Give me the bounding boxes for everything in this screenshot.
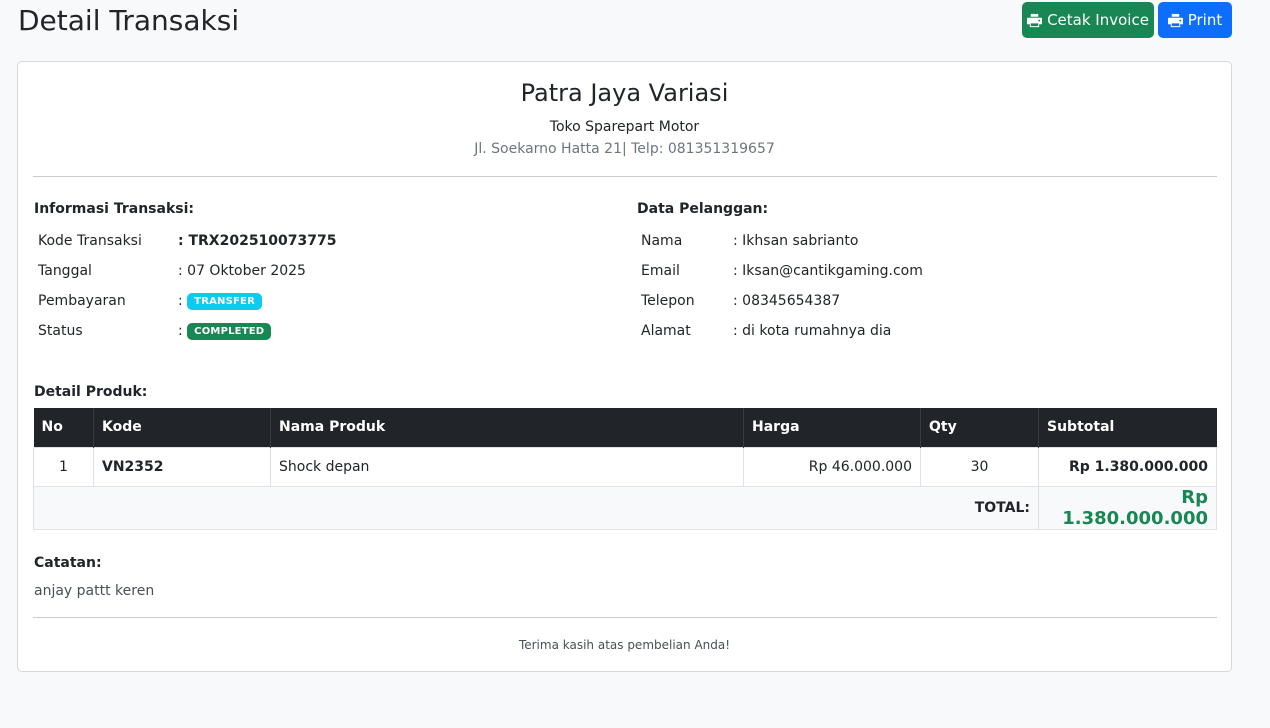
store-name: Patra Jaya Variasi <box>520 79 729 107</box>
total-label: TOTAL: <box>33 485 1039 530</box>
payment-label: Pembayaran <box>38 293 126 309</box>
status-label: Status <box>38 323 83 339</box>
printer-icon <box>1167 13 1183 27</box>
status-badge: COMPLETED <box>187 323 272 340</box>
customer-phone-label: Telepon <box>641 293 695 309</box>
cell-subtotal: Rp 1.380.000.000 <box>1038 446 1217 487</box>
status-value: : COMPLETED <box>178 323 272 340</box>
column-header-kode: Kode <box>93 408 271 447</box>
store-address: Jl. Soekarno Hatta 21| Telp: 08135131965… <box>474 141 775 157</box>
product-table: No Kode Nama Produk Harga Qty Subtotal 1… <box>33 408 1217 530</box>
transaction-code-value: : TRX202510073775 <box>178 233 337 249</box>
cell-qty: 30 <box>920 446 1039 487</box>
customer-address-value: : di kota rumahnya dia <box>733 323 892 339</box>
product-detail-title: Detail Produk: <box>34 384 148 400</box>
payment-value: : TRANSFER <box>178 293 262 310</box>
transaction-date-value: : 07 Oktober 2025 <box>178 263 306 279</box>
customer-info-title: Data Pelanggan: <box>637 201 769 217</box>
status-colon: : <box>178 323 183 339</box>
print-button[interactable]: Print <box>1158 2 1232 38</box>
customer-email-value: : Iksan@cantikgaming.com <box>733 263 923 279</box>
total-row: TOTAL: Rp 1.380.000.000 <box>33 485 1217 530</box>
print-invoice-button[interactable]: Cetak Invoice <box>1022 2 1154 38</box>
payment-badge: TRANSFER <box>187 293 262 310</box>
print-invoice-label: Cetak Invoice <box>1047 11 1149 29</box>
divider <box>33 617 1217 618</box>
customer-name-value: : Ikhsan sabrianto <box>733 233 859 249</box>
customer-phone-value: : 08345654387 <box>733 293 841 309</box>
print-label: Print <box>1187 11 1223 29</box>
divider <box>33 176 1217 177</box>
thank-you-message: Terima kasih atas pembelian Anda! <box>518 638 731 652</box>
transaction-date-label: Tanggal <box>38 263 92 279</box>
transaction-code-label: Kode Transaksi <box>38 233 142 249</box>
store-type: Toko Sparepart Motor <box>549 119 700 135</box>
printer-icon <box>1027 13 1043 27</box>
column-header-nama-produk: Nama Produk <box>270 408 744 447</box>
cell-no: 1 <box>33 446 94 487</box>
customer-name-label: Nama <box>641 233 683 249</box>
notes-title: Catatan: <box>34 555 102 571</box>
customer-address-label: Alamat <box>641 323 691 339</box>
column-header-harga: Harga <box>743 408 921 447</box>
invoice-card: Patra Jaya Variasi Toko Sparepart Motor … <box>17 61 1232 672</box>
payment-colon: : <box>178 293 183 309</box>
column-header-no: No <box>33 408 94 447</box>
page-title: Detail Transaksi <box>18 4 240 37</box>
column-header-qty: Qty <box>920 408 1039 447</box>
customer-email-label: Email <box>641 263 680 279</box>
table-row: 1 VN2352 Shock depan Rp 46.000.000 30 Rp… <box>33 446 1217 487</box>
cell-nama-produk: Shock depan <box>270 446 744 487</box>
transaction-info-title: Informasi Transaksi: <box>34 201 194 217</box>
column-header-subtotal: Subtotal <box>1038 408 1217 447</box>
table-header-row: No Kode Nama Produk Harga Qty Subtotal <box>33 408 1217 447</box>
notes-text: anjay pattt keren <box>34 583 155 599</box>
cell-kode: VN2352 <box>93 446 271 487</box>
cell-harga: Rp 46.000.000 <box>743 446 921 487</box>
total-value: Rp 1.380.000.000 <box>1038 485 1217 530</box>
